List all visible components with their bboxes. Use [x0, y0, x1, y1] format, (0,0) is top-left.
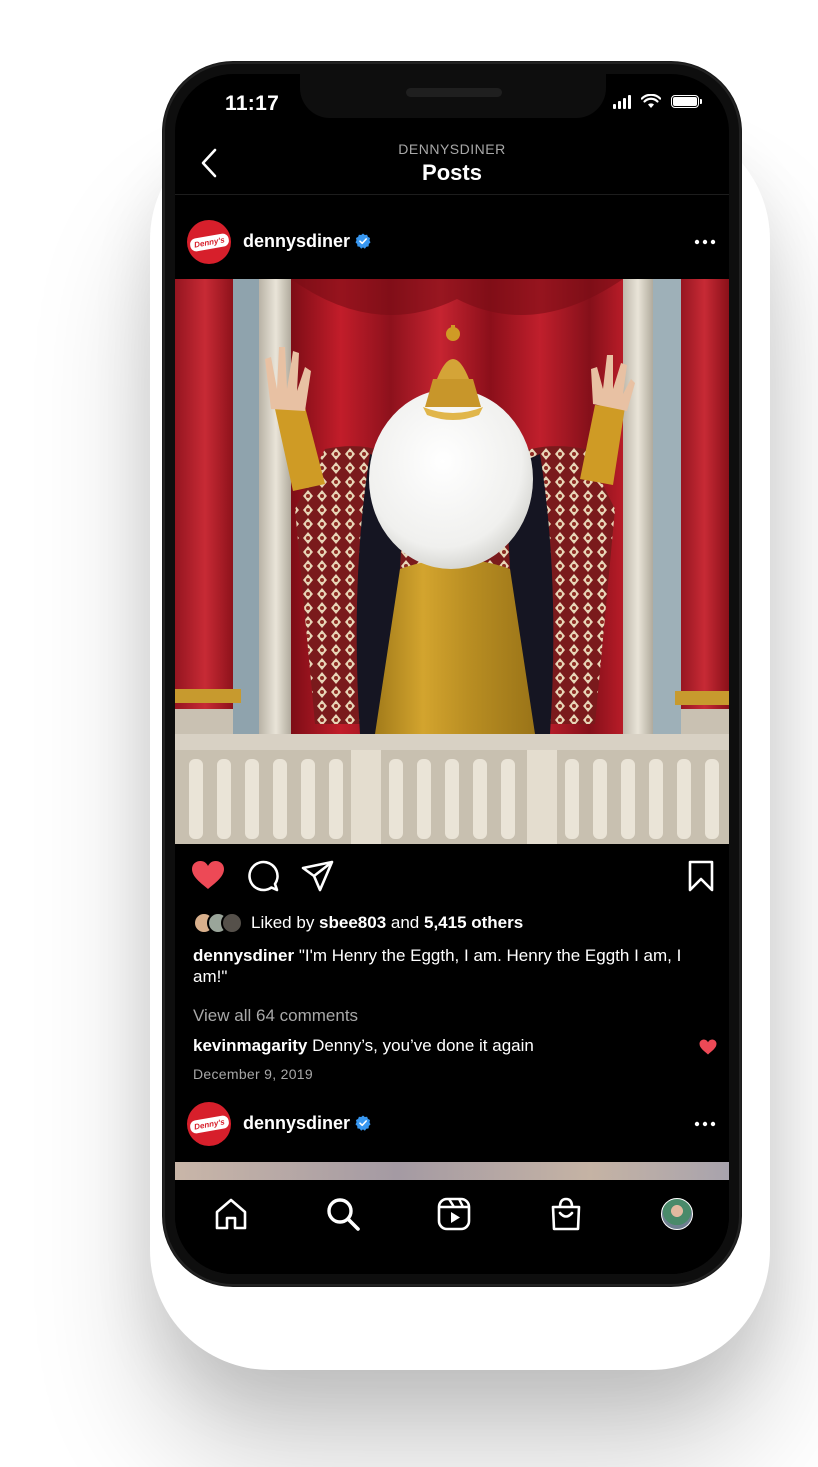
likes-count[interactable]: 5,415 others	[424, 913, 523, 932]
next-post-image[interactable]	[175, 1162, 729, 1182]
post-date: December 9, 2019	[193, 1066, 313, 1082]
tab-bar	[175, 1180, 729, 1274]
profile-avatar[interactable]	[661, 1198, 693, 1230]
author-avatar[interactable]: Denny's	[187, 220, 231, 264]
more-horizontal-icon[interactable]	[693, 1114, 717, 1134]
likes-text: Liked by sbee803 and 5,415 others	[251, 913, 524, 932]
post-image[interactable]	[175, 279, 729, 844]
search-icon[interactable]	[325, 1196, 361, 1232]
heart-filled-icon[interactable]	[191, 860, 225, 890]
wifi-icon	[641, 94, 661, 108]
home-icon[interactable]	[213, 1196, 249, 1232]
verified-badge-icon	[355, 1115, 371, 1131]
speaker	[406, 88, 502, 97]
signal-icon	[613, 94, 631, 109]
phone-frame: 11:17 DENNYSDINER Posts Denny's dennysdi…	[163, 62, 741, 1286]
view-all-comments-link[interactable]: View all 64 comments	[193, 1006, 358, 1026]
reels-icon[interactable]	[436, 1196, 472, 1232]
comment-like-icon[interactable]	[699, 1038, 717, 1056]
liker-avatar	[221, 912, 243, 934]
more-horizontal-icon[interactable]	[693, 232, 717, 252]
header-subtitle: DENNYSDINER	[398, 141, 506, 157]
dennys-logo: Denny's	[188, 1114, 230, 1134]
page-title: Posts	[422, 160, 482, 185]
shop-bag-icon[interactable]	[548, 1196, 584, 1232]
bookmark-icon[interactable]	[687, 860, 715, 892]
send-icon[interactable]	[301, 860, 335, 892]
comment-icon[interactable]	[247, 860, 279, 892]
nav-header: DENNYSDINER Posts	[175, 134, 729, 195]
status-icons	[613, 94, 702, 109]
comment-text: Denny’s, you’ve done it again	[307, 1036, 534, 1055]
next-post-header: Denny's dennysdiner	[175, 1094, 729, 1154]
verified-badge-icon	[355, 233, 371, 249]
battery-icon	[671, 95, 702, 108]
app-screen: 11:17 DENNYSDINER Posts Denny's dennysdi…	[175, 74, 729, 1274]
dennys-logo: Denny's	[188, 232, 230, 252]
status-time: 11:17	[225, 92, 280, 115]
likes-row[interactable]: Liked by sbee803 and 5,415 others	[193, 909, 523, 937]
post-header: Denny's dennysdiner	[175, 212, 729, 272]
post-author[interactable]: dennysdiner	[243, 1113, 350, 1134]
caption-author[interactable]: dennysdiner	[193, 946, 294, 965]
top-comment: kevinmagarity Denny’s, you’ve done it ag…	[193, 1036, 534, 1056]
liked-by-user[interactable]: sbee803	[319, 913, 386, 932]
post-caption: dennysdiner "I'm Henry the Eggth, I am. …	[193, 945, 715, 987]
post-actions	[175, 854, 729, 904]
comment-author[interactable]: kevinmagarity	[193, 1036, 307, 1055]
notch	[300, 74, 606, 118]
post-author[interactable]: dennysdiner	[243, 231, 350, 252]
author-avatar[interactable]: Denny's	[187, 1102, 231, 1146]
